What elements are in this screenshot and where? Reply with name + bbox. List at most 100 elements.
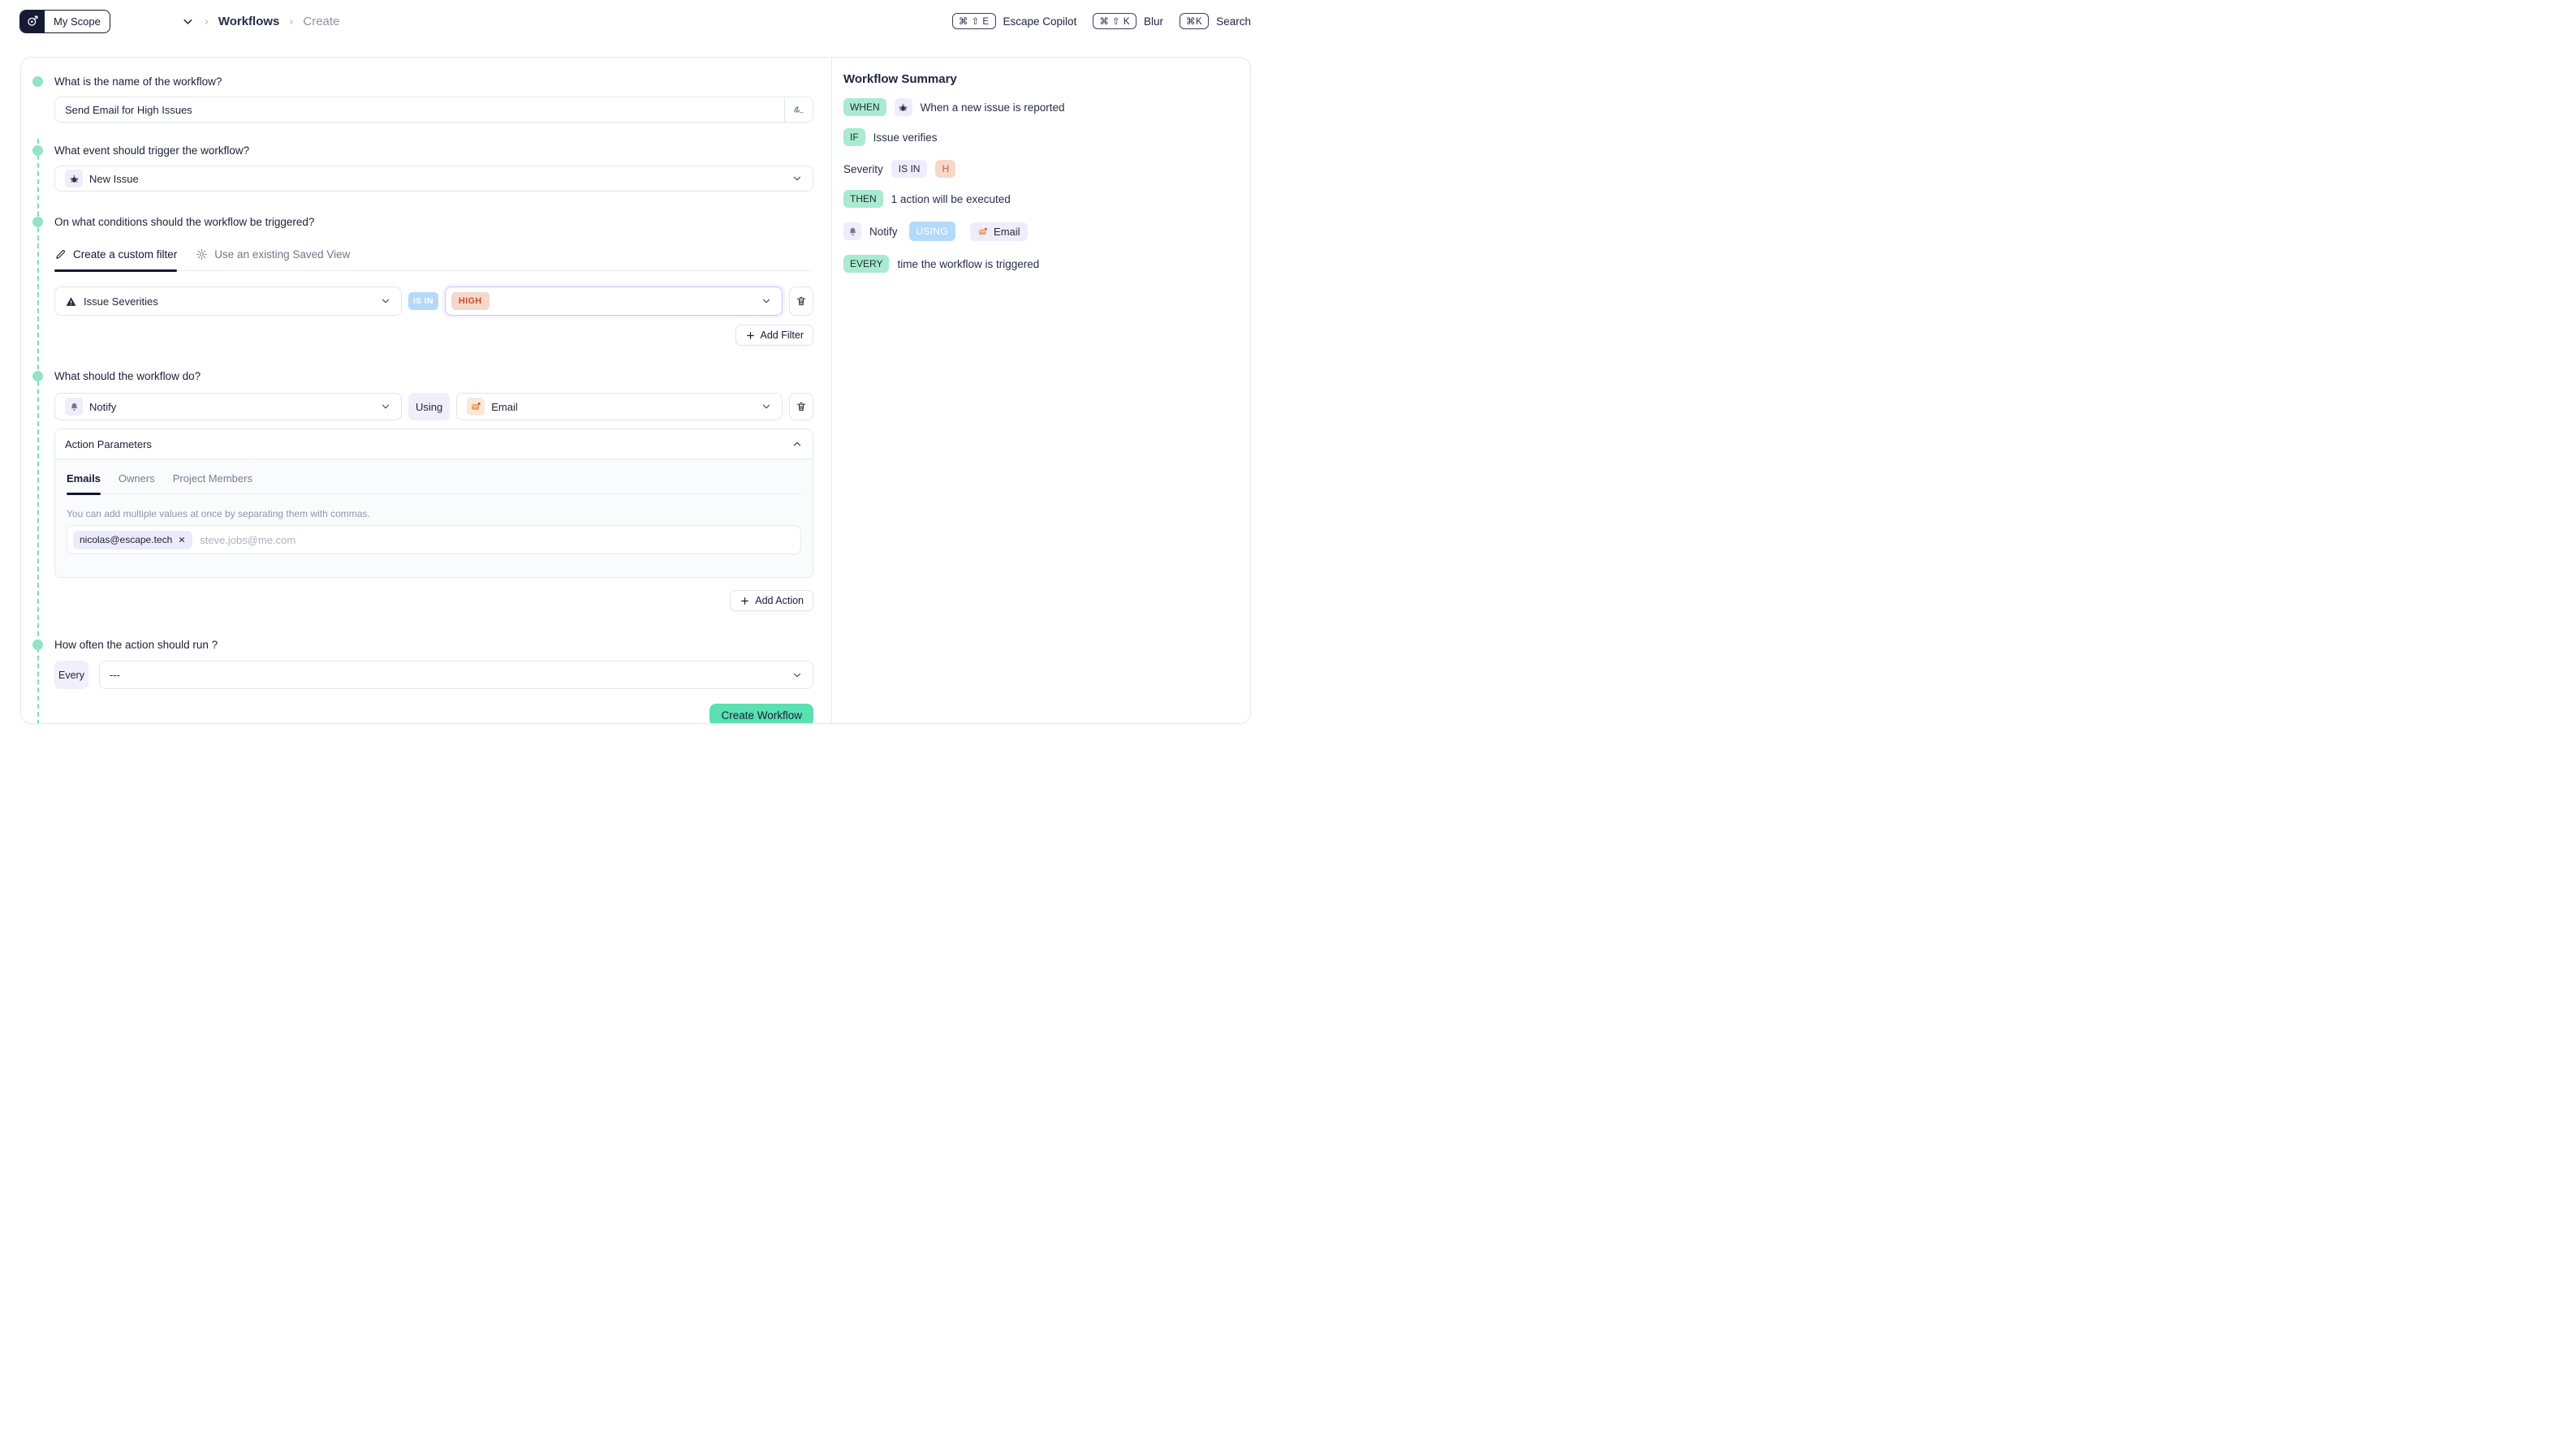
copilot-shortcut-label: Escape Copilot: [1003, 15, 1077, 28]
workflow-create-page: My Scope › Workflows › Create ⌘ ⇧ E Esca…: [0, 0, 1274, 728]
action-parameters-panel: Action Parameters Emails Owners Project …: [54, 429, 813, 578]
search-shortcut-label: Search: [1216, 15, 1251, 28]
frequency-value: ---: [110, 669, 120, 681]
channel-badge: Email: [970, 222, 1028, 241]
delete-action-button[interactable]: [789, 393, 813, 420]
question-frequency: How often the action should run ?: [54, 639, 813, 652]
tab-custom-filter-label: Create a custom filter: [73, 248, 177, 261]
search-shortcut-kbd[interactable]: ⌘K: [1180, 13, 1209, 29]
question-trigger: What event should trigger the workflow?: [54, 144, 813, 157]
trigger-value: New Issue: [89, 173, 139, 185]
tab-emails[interactable]: Emails: [67, 471, 101, 493]
action-parameters-title: Action Parameters: [65, 438, 152, 450]
if-badge: IF: [843, 128, 865, 146]
remove-email-icon[interactable]: [178, 536, 186, 544]
tab-owners[interactable]: Owners: [119, 471, 155, 493]
action-type-value: Notify: [89, 401, 116, 413]
then-text: 1 action will be executed: [891, 193, 1011, 205]
using-label: Using: [408, 393, 450, 420]
filter-operator-badge: IS IN: [408, 292, 438, 310]
breadcrumb-create: Create: [303, 15, 339, 28]
filter-values-select[interactable]: HIGH: [445, 286, 783, 316]
summary-when-row: WHEN When a new issue is reported: [843, 98, 1234, 116]
add-filter-button[interactable]: Add Filter: [735, 325, 814, 346]
bell-icon: [65, 398, 83, 416]
top-bar: My Scope › Workflows › Create ⌘ ⇧ E Esca…: [0, 0, 1274, 42]
my-scope-label: My Scope: [45, 11, 110, 32]
if-text: Issue verifies: [873, 131, 938, 144]
chevron-up-icon[interactable]: [791, 438, 803, 450]
trash-icon: [796, 401, 807, 412]
blur-shortcut-label: Blur: [1144, 15, 1163, 28]
every-badge: EVERY: [843, 255, 889, 273]
trigger-select[interactable]: New Issue: [54, 166, 813, 192]
chevron-down-icon: [791, 670, 803, 681]
chevron-down-icon[interactable]: [181, 15, 195, 28]
chevron-down-icon: [791, 173, 803, 184]
add-action-button[interactable]: Add Action: [730, 590, 813, 611]
filter-row: Issue Severities IS IN HIGH: [54, 286, 813, 316]
action-parameters-body: Emails Owners Project Members You can ad…: [55, 459, 813, 577]
copilot-shortcut-kbd[interactable]: ⌘ ⇧ E: [952, 13, 996, 29]
breadcrumb-separator: ›: [289, 15, 293, 28]
tab-saved-view-label: Use an existing Saved View: [214, 248, 350, 261]
email-icon: [467, 398, 485, 416]
workflow-name-input[interactable]: [55, 97, 784, 122]
action-type-select[interactable]: Notify: [54, 393, 402, 420]
parameter-tabs: Emails Owners Project Members: [67, 471, 801, 494]
question-name: What is the name of the workflow?: [54, 75, 813, 88]
timeline-dot: [32, 217, 43, 227]
plus-icon: [740, 596, 750, 606]
bug-icon: [895, 98, 912, 116]
condition-tabs: Create a custom filter Use an existing S…: [54, 243, 813, 271]
severity-high-chip: HIGH: [451, 292, 490, 310]
action-channel-value: Email: [491, 401, 518, 413]
severity-operator-badge: IS IN: [891, 160, 928, 178]
filter-field-select[interactable]: Issue Severities: [54, 286, 402, 316]
scope-target-icon: [20, 11, 45, 32]
chevron-down-icon: [380, 295, 391, 307]
email-chip-value: nicolas@escape.tech: [80, 534, 172, 545]
plus-icon: [745, 330, 756, 341]
breadcrumb-separator: ›: [205, 15, 209, 28]
then-badge: THEN: [843, 190, 883, 208]
every-label: Every: [54, 661, 88, 689]
my-scope-button[interactable]: My Scope: [19, 10, 110, 33]
severity-label: Severity: [843, 163, 883, 175]
timeline-dot: [32, 76, 43, 87]
workflow-form-panel: What is the name of the workflow? What e…: [21, 58, 831, 723]
workflow-name-field: [54, 97, 813, 123]
tab-saved-view[interactable]: Use an existing Saved View: [196, 243, 350, 270]
blur-shortcut-kbd[interactable]: ⌘ ⇧ K: [1093, 13, 1136, 29]
workflow-summary-panel: Workflow Summary WHEN When a new issue i…: [831, 58, 1250, 723]
when-text: When a new issue is reported: [921, 101, 1065, 114]
channel-badge-label: Email: [994, 226, 1020, 238]
every-text: time the workflow is triggered: [897, 258, 1039, 270]
chevron-down-icon: [380, 401, 391, 412]
summary-action-name: Notify: [869, 226, 898, 238]
email-input[interactable]: [200, 534, 795, 546]
frequency-select[interactable]: ---: [99, 661, 813, 689]
signature-generate-icon[interactable]: [784, 97, 813, 122]
action-channel-select[interactable]: Email: [456, 393, 783, 420]
breadcrumb-workflows[interactable]: Workflows: [218, 15, 280, 28]
tab-custom-filter[interactable]: Create a custom filter: [54, 243, 177, 270]
summary-severity-row: Severity IS IN H: [843, 160, 1234, 178]
trash-icon: [796, 295, 807, 307]
breadcrumb: › Workflows › Create: [181, 15, 340, 28]
delete-filter-button[interactable]: [789, 286, 813, 316]
create-workflow-button[interactable]: Create Workflow: [709, 704, 813, 724]
emails-hint-text: You can add multiple values at once by s…: [67, 508, 801, 519]
chevron-down-icon: [761, 295, 772, 307]
tab-project-members[interactable]: Project Members: [173, 471, 252, 493]
summary-title: Workflow Summary: [843, 72, 1234, 86]
severity-value-badge: H: [935, 160, 955, 178]
email-icon: [977, 226, 988, 237]
action-row: Notify Using Email: [54, 393, 813, 420]
summary-if-row: IF Issue verifies: [843, 128, 1234, 146]
filter-field-value: Issue Severities: [84, 295, 158, 308]
question-action: What should the workflow do?: [54, 370, 813, 383]
emails-input-field: nicolas@escape.tech: [67, 525, 801, 554]
action-parameters-header[interactable]: Action Parameters: [55, 429, 813, 459]
shortcut-group: ⌘ ⇧ E Escape Copilot ⌘ ⇧ K Blur ⌘K Searc…: [952, 13, 1251, 29]
